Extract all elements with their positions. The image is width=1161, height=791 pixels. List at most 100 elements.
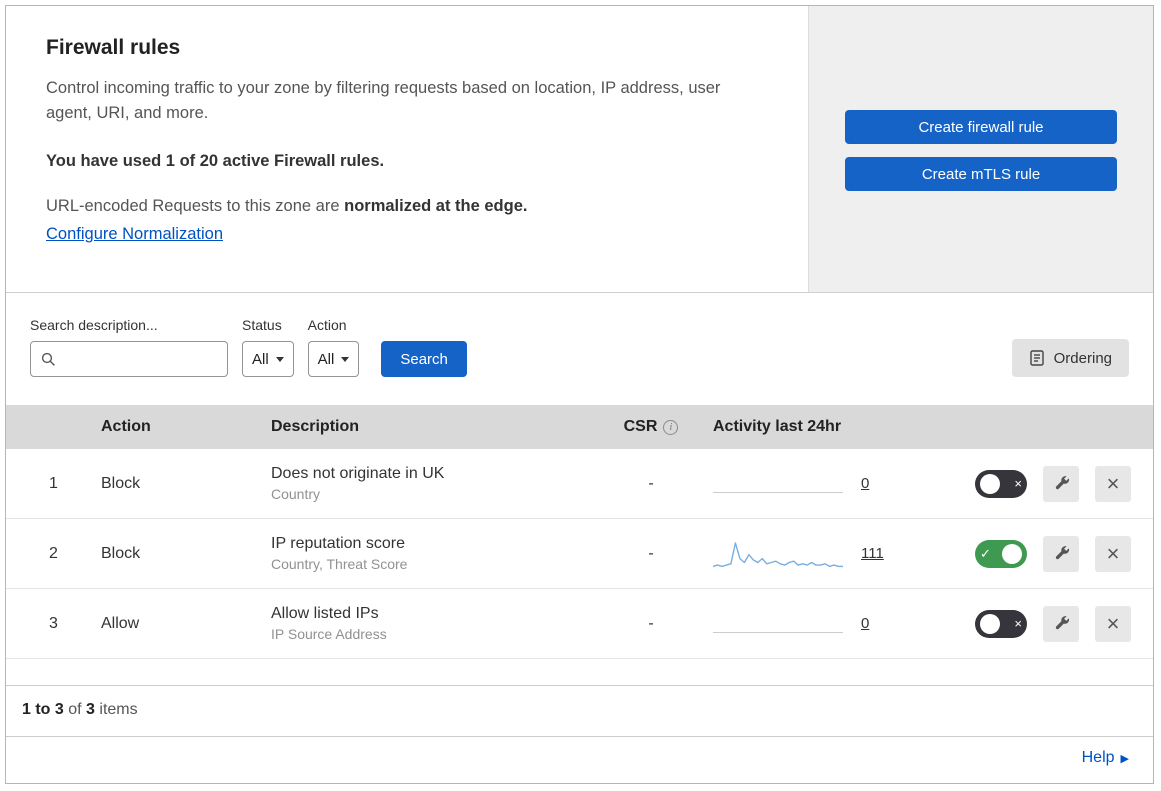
action-dropdown[interactable]: All (307, 341, 360, 377)
search-input[interactable] (64, 349, 217, 369)
search-icon (41, 352, 56, 367)
rule-description: Does not originate in UK (271, 465, 445, 482)
edit-rule-button[interactable] (1043, 605, 1079, 642)
rule-description: Allow listed IPs (271, 605, 379, 622)
rule-activity-cell: 111 (701, 537, 961, 571)
search-input-wrapper (30, 341, 228, 377)
help-footer: Help ▶ (6, 736, 1153, 783)
action-label: Action (307, 317, 347, 333)
rule-enabled-toggle[interactable]: × (975, 609, 1027, 638)
activity-count-link[interactable]: 0 (861, 475, 869, 492)
chevron-down-icon (275, 356, 284, 362)
toggle-knob (980, 473, 1000, 494)
filters-bar: Search description... Status All Action … (6, 293, 1153, 405)
ordering-button-label: Ordering (1053, 349, 1112, 367)
rule-description: IP reputation score (271, 535, 406, 552)
items-range: 1 to 3 (22, 701, 64, 718)
page-title: Firewall rules (46, 36, 181, 59)
page-header: Firewall rules Control incoming traffic … (6, 6, 1153, 293)
rule-action: Block (101, 544, 141, 562)
status-filter-group: Status All (242, 317, 294, 377)
toggle-state-icon: ✓ (980, 546, 991, 561)
header-actions-panel: Create firewall rule Create mTLS rule (809, 6, 1153, 292)
arrow-right-icon: ▶ (1120, 752, 1129, 765)
search-label: Search description... (30, 317, 158, 333)
toggle-state-icon: × (1014, 616, 1022, 631)
rule-controls: ✓ × (961, 535, 1153, 572)
delete-rule-button[interactable]: × (1095, 605, 1131, 642)
rule-csr: - (648, 474, 654, 492)
wrench-icon (1053, 545, 1070, 562)
normalization-note: URL-encoded Requests to this zone are no… (46, 197, 768, 216)
action-filter-group: Action All (307, 317, 360, 377)
ordering-button[interactable]: Ordering (1011, 339, 1129, 377)
table-row: 3 Allow Allow listed IPs IP Source Addre… (6, 589, 1153, 659)
help-link[interactable]: Help ▶ (1082, 749, 1129, 767)
rule-criteria: IP Source Address (271, 626, 387, 642)
rule-enabled-toggle[interactable]: ✓ (975, 539, 1027, 568)
chevron-down-icon (341, 356, 350, 362)
close-icon: × (1106, 540, 1120, 566)
rule-activity-cell: 0 (701, 607, 961, 641)
delete-rule-button[interactable]: × (1095, 535, 1131, 572)
normalization-text: URL-encoded Requests to this zone are (46, 196, 340, 215)
search-filter-group: Search description... (30, 317, 228, 377)
rule-priority: 3 (49, 614, 58, 632)
delete-rule-button[interactable]: × (1095, 465, 1131, 502)
status-label: Status (242, 317, 282, 333)
column-header-activity: Activity last 24hr (713, 418, 842, 435)
edit-rule-button[interactable] (1043, 535, 1079, 572)
close-icon: × (1106, 470, 1120, 496)
create-mtls-rule-button[interactable]: Create mTLS rule (845, 157, 1117, 191)
status-dropdown[interactable]: All (242, 341, 294, 377)
rule-controls: × × (961, 465, 1153, 502)
table-row: 2 Block IP reputation score Country, Thr… (6, 519, 1153, 589)
action-dropdown-value: All (317, 350, 335, 368)
column-header-description: Description (271, 418, 360, 435)
search-button[interactable]: Search (381, 341, 467, 377)
configure-normalization-link[interactable]: Configure Normalization (46, 225, 223, 244)
table-header: Action Description CSR i Activity last 2… (6, 405, 1153, 449)
activity-sparkline (713, 541, 843, 567)
items-count: 1 to 3 of 3 items (6, 685, 1153, 736)
edit-rule-button[interactable] (1043, 465, 1079, 502)
table-bottom-spacer (6, 659, 1153, 685)
header-content: Firewall rules Control incoming traffic … (6, 6, 809, 292)
activity-count-link[interactable]: 0 (861, 615, 869, 632)
items-total: 3 (86, 701, 95, 718)
rule-criteria: Country (271, 486, 321, 502)
rule-priority: 2 (49, 544, 58, 562)
rule-description-cell: IP reputation score Country, Threat Scor… (271, 535, 601, 572)
page-description: Control incoming traffic to your zone by… (46, 79, 721, 122)
column-header-action: Action (101, 418, 151, 435)
toggle-knob (980, 613, 1000, 634)
rule-csr: - (648, 614, 654, 632)
rule-description-cell: Allow listed IPs IP Source Address (271, 605, 601, 642)
wrench-icon (1053, 475, 1070, 492)
toggle-knob (1002, 543, 1022, 564)
normalization-bold-text: normalized at the edge. (344, 196, 528, 215)
column-header-csr: CSR i (601, 418, 701, 436)
activity-sparkline-empty (713, 467, 843, 501)
activity-count-link[interactable]: 111 (861, 545, 884, 562)
rule-criteria: Country, Threat Score (271, 556, 408, 572)
rule-priority: 1 (49, 474, 58, 492)
list-icon (1029, 350, 1045, 366)
table-row: 1 Block Does not originate in UK Country… (6, 449, 1153, 519)
wrench-icon (1053, 615, 1070, 632)
activity-sparkline-empty (713, 607, 843, 641)
rule-csr: - (648, 544, 654, 562)
rule-activity-cell: 0 (701, 467, 961, 501)
rule-controls: × × (961, 605, 1153, 642)
close-icon: × (1106, 610, 1120, 636)
rule-action: Block (101, 474, 141, 492)
firewall-rules-page: Firewall rules Control incoming traffic … (5, 5, 1154, 784)
info-icon[interactable]: i (663, 419, 679, 435)
rule-action: Allow (101, 614, 140, 632)
rule-enabled-toggle[interactable]: × (975, 469, 1027, 498)
create-firewall-rule-button[interactable]: Create firewall rule (845, 110, 1117, 144)
status-dropdown-value: All (252, 350, 269, 368)
rule-description-cell: Does not originate in UK Country (271, 465, 601, 502)
usage-summary: You have used 1 of 20 active Firewall ru… (46, 151, 385, 170)
toggle-state-icon: × (1014, 476, 1022, 491)
